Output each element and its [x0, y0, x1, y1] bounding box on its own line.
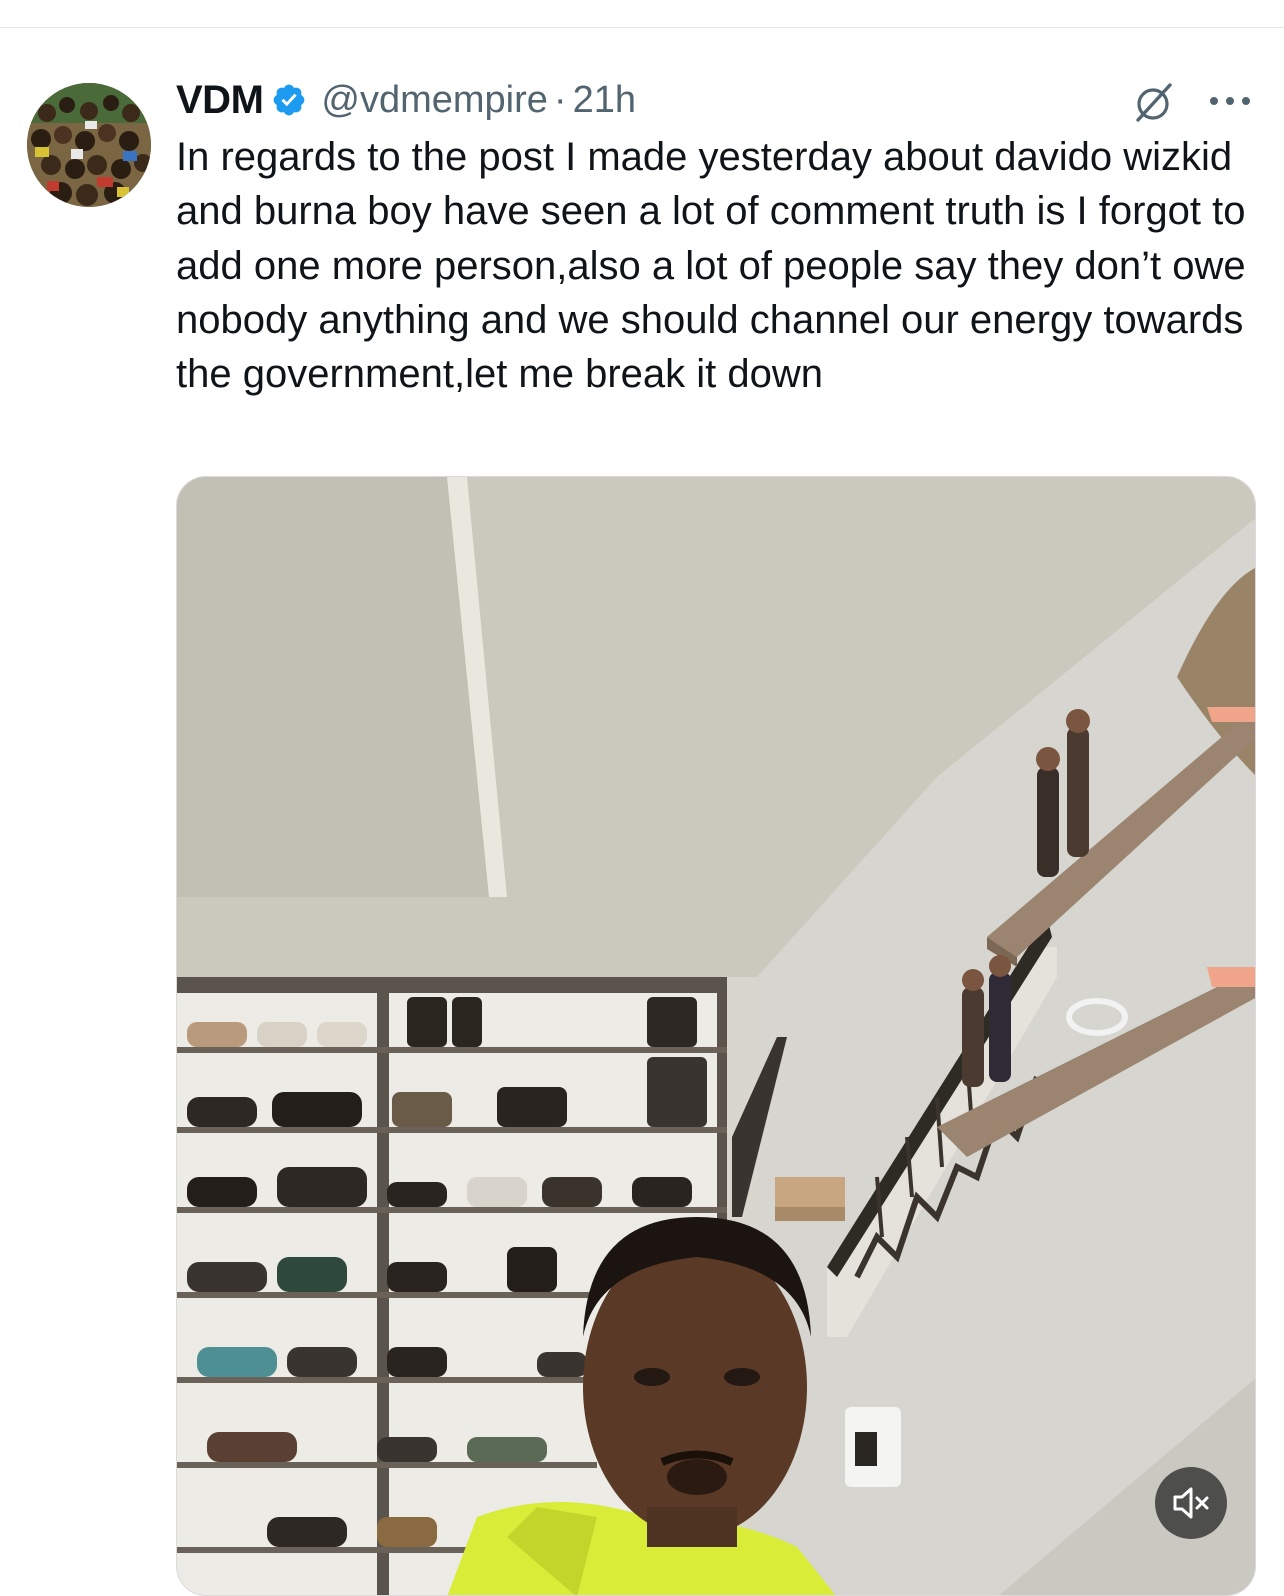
author-handle[interactable]: @vdmempire — [321, 79, 548, 122]
separator-dot: · — [553, 78, 567, 121]
mute-button[interactable] — [1155, 1467, 1227, 1539]
video-player[interactable] — [176, 476, 1256, 1596]
verified-badge-icon — [274, 84, 305, 116]
more-options-icon[interactable] — [1206, 88, 1254, 114]
author-name[interactable]: VDM — [176, 78, 264, 123]
top-divider — [0, 27, 1284, 28]
grok-icon[interactable] — [1130, 80, 1176, 126]
avatar-image — [27, 83, 151, 207]
video-frame — [177, 477, 1255, 1595]
avatar[interactable] — [27, 83, 151, 207]
timestamp[interactable]: 21h — [573, 79, 636, 122]
tweet-header: VDM @vdmempire · 21h — [176, 76, 636, 124]
muted-speaker-icon — [1173, 1487, 1209, 1519]
tweet-text: In regards to the post I made yesterday … — [176, 135, 1246, 397]
